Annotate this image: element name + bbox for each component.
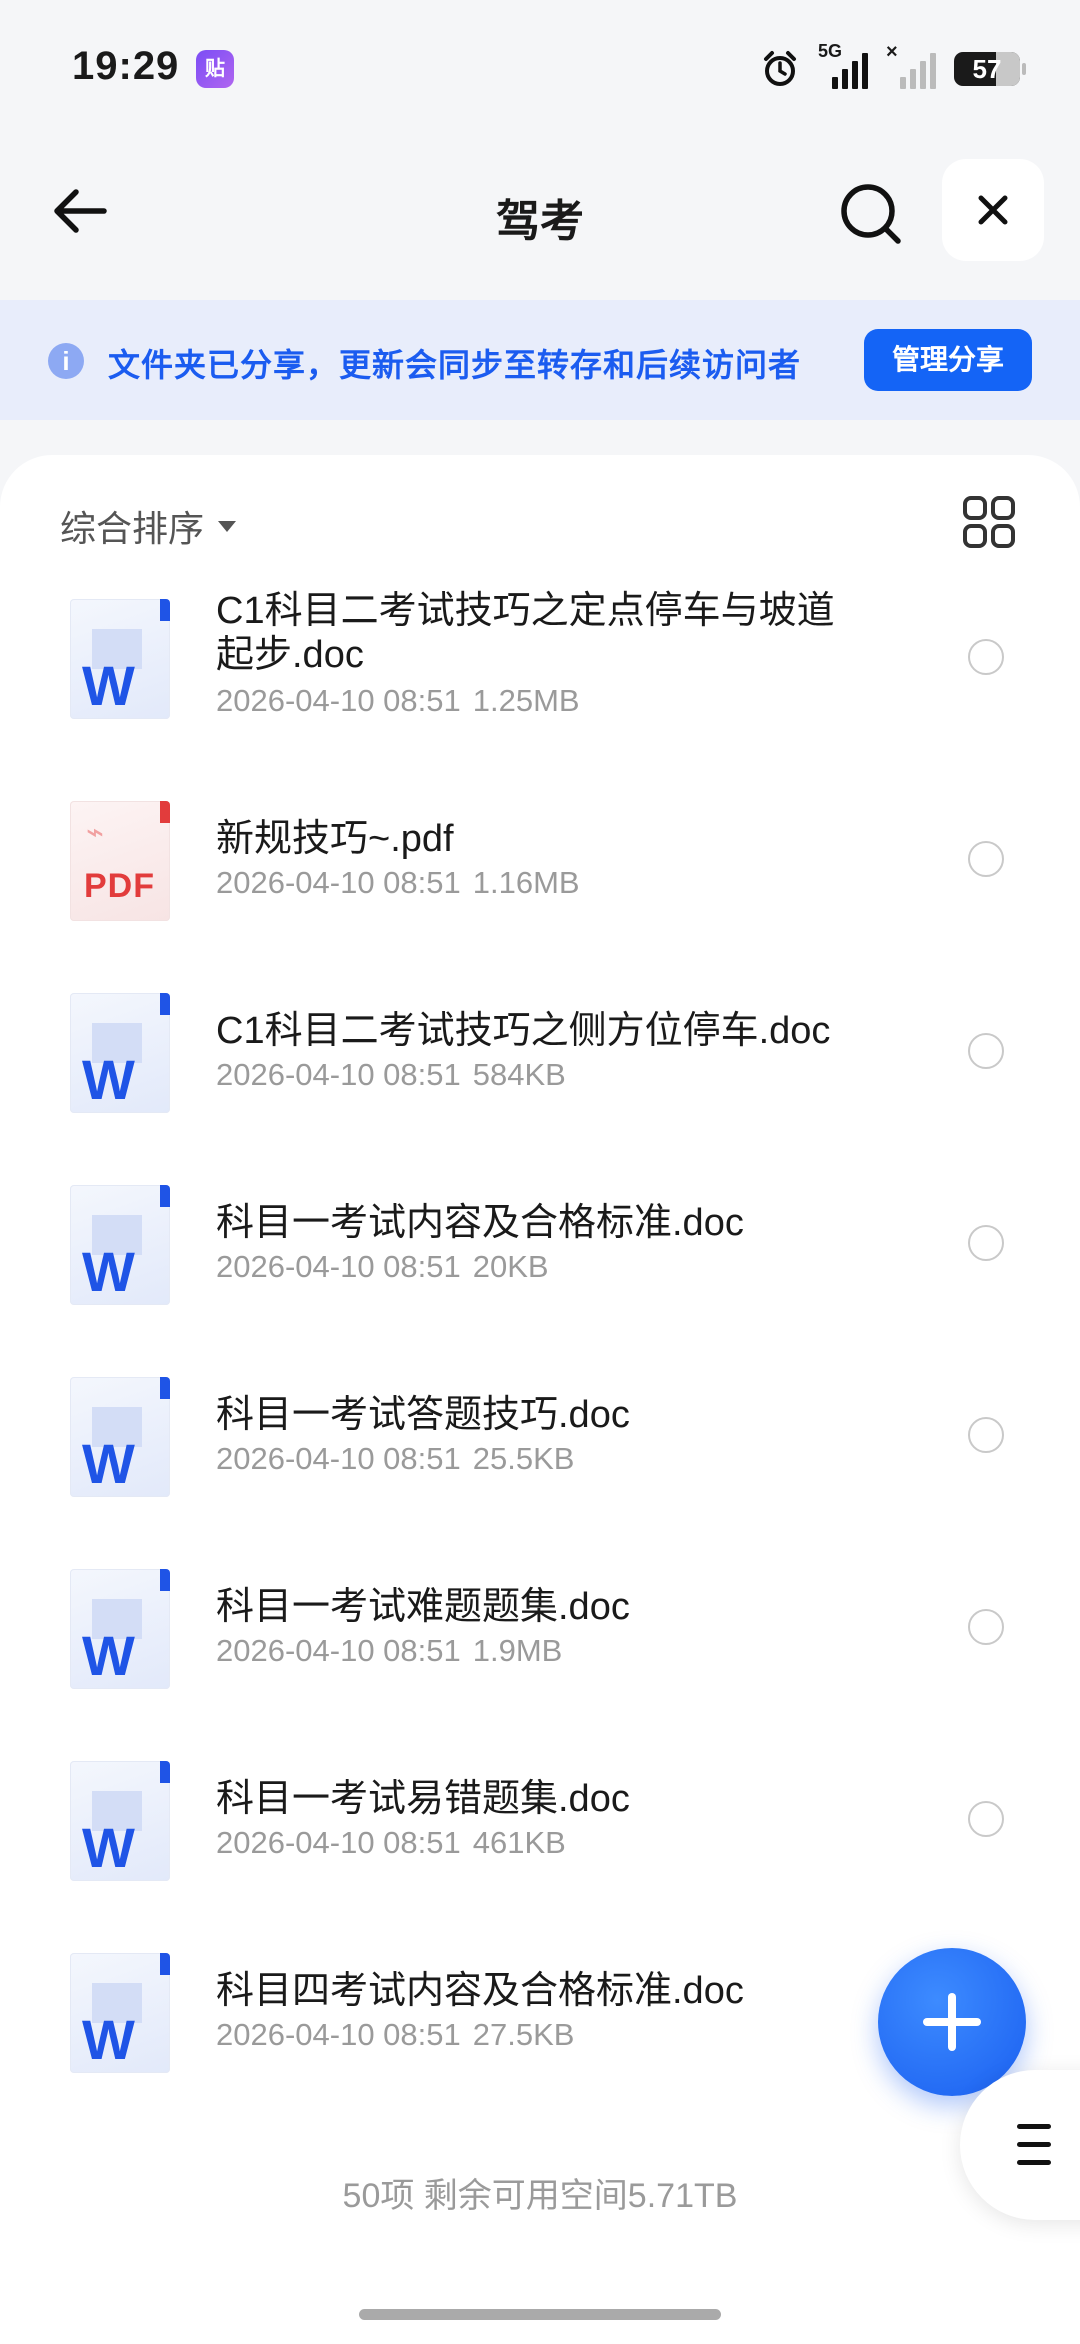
file-name: C1科目二考试技巧之侧方位停车.doc <box>216 1010 831 1052</box>
status-time: 19:29 <box>72 44 180 88</box>
sort-dropdown[interactable]: 综合排序 <box>60 500 237 552</box>
select-radio[interactable] <box>968 1225 1004 1261</box>
app-notification-icon: 贴 <box>196 50 234 88</box>
select-radio[interactable] <box>968 841 1004 877</box>
signal-5g-icon: 5G <box>818 41 868 91</box>
file-name: 科目四考试内容及合格标准.doc <box>216 1970 744 2012</box>
pdf-file-icon: ⌁ PDF <box>70 801 170 921</box>
add-button[interactable] <box>878 1948 1026 2096</box>
menu-icon <box>1017 2124 1051 2129</box>
file-name: 科目一考试难题题集.doc <box>216 1586 630 1628</box>
select-radio[interactable] <box>968 1609 1004 1645</box>
alarm-icon <box>764 51 796 86</box>
file-size: 1.25MB <box>472 683 580 718</box>
page-title: 驾考 <box>496 197 584 246</box>
app-header: 驾考 <box>0 135 1080 300</box>
file-meta: 2026-04-10 08:51 584KB <box>216 1057 566 1093</box>
file-list: W C1科目二考试技巧之定点停车与坡道起步.doc 2026-04-10 08:… <box>0 575 1080 2119</box>
select-radio[interactable] <box>968 1033 1004 1069</box>
file-item[interactable]: ⌁ PDF 新规技巧~.pdf 2026-04-10 08:51 1.16MB <box>0 775 1080 967</box>
file-size: 20KB <box>472 1249 549 1284</box>
file-name: 科目一考试内容及合格标准.doc <box>216 1202 744 1244</box>
file-date: 2026-04-10 08:51 <box>216 1441 461 1476</box>
select-radio[interactable] <box>968 639 1004 675</box>
file-meta: 2026-04-10 08:51 25.5KB <box>216 1441 574 1477</box>
file-meta: 2026-04-10 08:51 461KB <box>216 1825 566 1861</box>
word-file-icon: W <box>70 1569 170 1689</box>
signal-no-service-icon: × <box>886 41 936 91</box>
file-date: 2026-04-10 08:51 <box>216 1057 461 1092</box>
select-radio[interactable] <box>968 1801 1004 1837</box>
close-button[interactable] <box>942 159 1044 261</box>
file-item[interactable]: W 科目一考试难题题集.doc 2026-04-10 08:51 1.9MB <box>0 1543 1080 1735</box>
file-meta: 2026-04-10 08:51 20KB <box>216 1249 549 1285</box>
word-file-icon: W <box>70 1377 170 1497</box>
status-bar: 19:29 贴 5G × 57 <box>0 0 1080 135</box>
file-size: 584KB <box>472 1057 566 1092</box>
grid-view-icon[interactable] <box>962 495 1016 549</box>
file-size: 1.16MB <box>472 865 580 900</box>
file-date: 2026-04-10 08:51 <box>216 1633 461 1668</box>
file-name: 科目一考试答题技巧.doc <box>216 1394 630 1436</box>
file-date: 2026-04-10 08:51 <box>216 2017 461 2052</box>
battery-icon: 57 <box>954 52 1026 86</box>
file-date: 2026-04-10 08:51 <box>216 1825 461 1860</box>
file-size: 27.5KB <box>472 2017 575 2052</box>
home-indicator[interactable] <box>359 2309 721 2320</box>
file-item[interactable]: W C1科目二考试技巧之定点停车与坡道起步.doc 2026-04-10 08:… <box>0 575 1080 775</box>
word-file-icon: W <box>70 1185 170 1305</box>
file-meta: 2026-04-10 08:51 1.16MB <box>216 865 580 901</box>
file-item[interactable]: W 科目一考试易错题集.doc 2026-04-10 08:51 461KB <box>0 1735 1080 1927</box>
file-size: 461KB <box>472 1825 566 1860</box>
file-meta: 2026-04-10 08:51 27.5KB <box>216 2017 574 2053</box>
file-item[interactable]: W 科目一考试内容及合格标准.doc 2026-04-10 08:51 20KB <box>0 1159 1080 1351</box>
select-radio[interactable] <box>968 1417 1004 1453</box>
file-size: 25.5KB <box>472 1441 575 1476</box>
share-notice-text: 文件夹已分享，更新会同步至转存和后续访问者 <box>108 347 802 383</box>
storage-summary: 50项 剩余可用空间5.71TB <box>342 2177 738 2215</box>
file-meta: 2026-04-10 08:51 1.25MB <box>216 683 580 719</box>
word-file-icon: W <box>70 1953 170 2073</box>
file-date: 2026-04-10 08:51 <box>216 865 461 900</box>
sort-label: 综合排序 <box>60 508 205 549</box>
search-icon[interactable] <box>832 175 912 255</box>
caret-down-icon <box>218 520 237 532</box>
file-name: 科目一考试易错题集.doc <box>216 1778 630 1820</box>
file-size: 1.9MB <box>472 1633 563 1668</box>
battery-level: 57 <box>972 54 1002 84</box>
close-icon <box>978 195 1008 225</box>
file-name: C1科目二考试技巧之定点停车与坡道起步.doc <box>216 590 835 676</box>
file-meta: 2026-04-10 08:51 1.9MB <box>216 1633 562 1669</box>
share-notice-banner: i 文件夹已分享，更新会同步至转存和后续访问者 管理分享 <box>0 300 1080 420</box>
file-date: 2026-04-10 08:51 <box>216 1249 461 1284</box>
word-file-icon: W <box>70 993 170 1113</box>
word-file-icon: W <box>70 1761 170 1881</box>
info-icon: i <box>48 343 84 379</box>
manage-share-button[interactable]: 管理分享 <box>864 329 1032 391</box>
file-item[interactable]: W C1科目二考试技巧之侧方位停车.doc 2026-04-10 08:51 58… <box>0 967 1080 1159</box>
file-item[interactable]: W 科目一考试答题技巧.doc 2026-04-10 08:51 25.5KB <box>0 1351 1080 1543</box>
file-name: 新规技巧~.pdf <box>216 818 454 860</box>
file-date: 2026-04-10 08:51 <box>216 683 461 718</box>
word-file-icon: W <box>70 599 170 719</box>
